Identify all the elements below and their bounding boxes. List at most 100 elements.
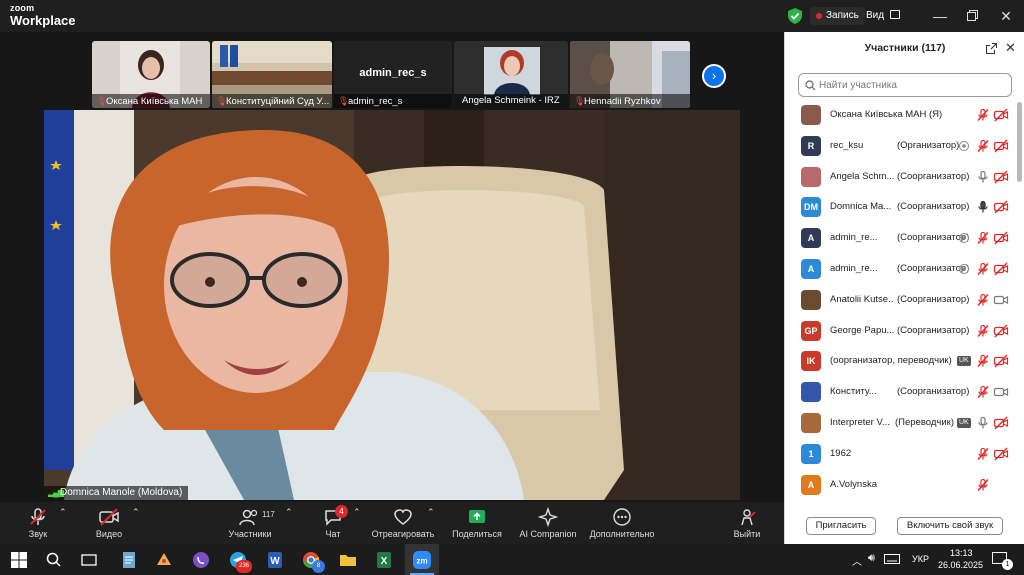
excel-icon[interactable]: X	[373, 549, 395, 571]
participant-row[interactable]: Anatolii Kutse... (Соорганизатор)	[785, 285, 1017, 315]
participant-row[interactable]: GP George Papu... (Соорганизатор)	[785, 316, 1017, 346]
share-button[interactable]: Поделиться	[448, 507, 506, 539]
participant-name: rec_ksu	[830, 139, 864, 151]
participant-name: Конститу...	[830, 386, 877, 398]
more-button[interactable]: Дополнительно	[586, 507, 658, 539]
camera-off-icon[interactable]	[993, 324, 1009, 338]
chat-button[interactable]: Чат 4	[318, 505, 348, 539]
chat-options-caret[interactable]: ⌃	[353, 507, 361, 518]
mic-muted-icon[interactable]	[976, 478, 990, 492]
mic-icon[interactable]	[976, 170, 990, 184]
video-thumbnail[interactable]: 🎙Конституційний Суд У...	[212, 41, 332, 108]
next-page-button[interactable]: ›	[702, 64, 726, 88]
participant-search[interactable]	[798, 73, 1012, 97]
audio-button[interactable]: Звук	[18, 507, 58, 539]
participant-row[interactable]: IK (оорганизатор, переводчик) UK	[785, 346, 1017, 376]
viber-icon[interactable]	[190, 549, 212, 571]
input-language[interactable]: УКР	[912, 554, 929, 564]
search-input[interactable]	[819, 77, 1005, 93]
title-bar: zoom Workplace Запись Вид — ✕	[0, 0, 1024, 32]
audio-options-caret[interactable]: ⌃	[59, 507, 67, 518]
minimize-button[interactable]: —	[930, 6, 950, 26]
video-label: Видео	[95, 529, 123, 539]
participant-row[interactable]: DM Domnica Ma... (Соорганизатор)	[785, 192, 1017, 222]
keyboard-icon[interactable]	[884, 554, 900, 564]
shield-icon[interactable]	[788, 8, 802, 24]
task-view-icon[interactable]	[78, 549, 100, 571]
mic-muted-icon[interactable]	[976, 324, 990, 338]
notepad-icon[interactable]	[118, 549, 140, 571]
camera-off-icon	[99, 508, 119, 526]
avatar: A	[801, 259, 821, 279]
camera-icon[interactable]	[993, 293, 1009, 307]
camera-off-icon[interactable]	[993, 139, 1009, 153]
unmute-myself-button[interactable]: Включить свой звук	[897, 517, 1003, 535]
view-button[interactable]: Вид	[866, 7, 901, 25]
mic-muted-icon[interactable]	[976, 293, 990, 307]
clock-date[interactable]: 26.06.2025	[938, 560, 983, 570]
participant-row[interactable]: A A.Volynska	[785, 470, 1017, 500]
signal-bars-icon: ▂▄▆	[48, 488, 64, 497]
speaker-icon[interactable]: 🔊︎	[868, 552, 875, 565]
mic-icon[interactable]	[976, 416, 990, 430]
mic-icon[interactable]	[976, 200, 990, 214]
word-icon[interactable]: W	[264, 549, 286, 571]
participant-row[interactable]: Конститу... (Соорганизатор)	[785, 377, 1017, 407]
windows-start-icon[interactable]	[8, 549, 30, 571]
mic-muted-icon[interactable]	[976, 354, 990, 368]
record-permission-icon	[959, 264, 969, 274]
close-window-button[interactable]: ✕	[996, 6, 1016, 26]
participant-row[interactable]: 1 1962	[785, 439, 1017, 469]
panel-scrollbar[interactable]	[1017, 102, 1022, 182]
mic-muted-icon[interactable]	[976, 385, 990, 399]
mic-muted-icon[interactable]	[976, 231, 990, 245]
mic-muted-icon: 🎙	[216, 96, 228, 106]
file-explorer-icon[interactable]	[337, 549, 359, 571]
participant-row[interactable]: Rrec_ksu (Организатор)	[785, 131, 1017, 161]
clock-time[interactable]: 13:13	[950, 548, 973, 558]
camera-off-icon[interactable]	[993, 200, 1009, 214]
paint-icon[interactable]	[153, 549, 175, 571]
video-button[interactable]: Видео	[88, 507, 130, 539]
video-thumbnail[interactable]: 🎙Hennadii Ryzhkov	[570, 41, 690, 108]
camera-off-icon[interactable]	[993, 170, 1009, 184]
participants-options-caret[interactable]: ⌃	[285, 507, 293, 518]
meeting-toolbar: Звук ⌃ Видео ⌃ Участники 117 ⌃ Чат 4 ⌃ О…	[0, 502, 784, 544]
search-icon[interactable]	[43, 549, 65, 571]
zoom-app-icon[interactable]: zm	[411, 549, 433, 571]
mic-muted-icon[interactable]	[976, 139, 990, 153]
camera-off-icon[interactable]	[993, 262, 1009, 276]
mic-muted-icon[interactable]	[976, 262, 990, 276]
camera-icon[interactable]	[993, 385, 1009, 399]
video-thumbnail[interactable]: Angela Schmeink - IRZ	[454, 41, 568, 108]
participant-name: Domnica Ma...	[830, 201, 892, 213]
camera-off-icon[interactable]	[993, 231, 1009, 245]
participant-row[interactable]: Aadmin_re... (Соорганизатор)	[785, 254, 1017, 284]
windows-taskbar: 236 W 8 X zm ︿ 🔊︎ УКР 13:13 26.06.2025 1	[0, 544, 1024, 575]
participant-row[interactable]: Aadmin_re... (Соорганизатор)	[785, 223, 1017, 253]
camera-off-icon[interactable]	[993, 108, 1009, 122]
camera-off-icon[interactable]	[993, 416, 1009, 430]
invite-button[interactable]: Пригласить	[806, 517, 876, 535]
participant-name: admin_re...	[830, 232, 878, 244]
video-options-caret[interactable]: ⌃	[132, 507, 140, 518]
mic-muted-icon[interactable]	[976, 447, 990, 461]
avatar: R	[801, 135, 821, 156]
video-thumbnail[interactable]: 🎙Оксана Київська МАН	[92, 41, 210, 108]
recording-indicator[interactable]: Запись	[810, 7, 865, 25]
camera-off-icon[interactable]	[993, 354, 1009, 368]
pop-out-icon[interactable]	[986, 43, 997, 54]
leave-button[interactable]: Выйти	[728, 507, 766, 539]
participant-row[interactable]: Interpreter V... (Переводчик) UK	[785, 408, 1017, 438]
restore-button[interactable]	[962, 6, 982, 26]
close-panel-button[interactable]: ✕	[1005, 40, 1016, 56]
video-thumbnail[interactable]: admin_rec_s 🎙admin_rec_s	[334, 41, 452, 108]
participant-name: Angela Schm...	[830, 170, 894, 182]
mic-muted-icon[interactable]	[976, 108, 990, 122]
camera-off-icon[interactable]	[993, 447, 1009, 461]
participant-row[interactable]: Оксана Київська МАН (Я)	[785, 100, 1017, 130]
ai-companion-button[interactable]: AI Companion	[516, 507, 580, 539]
react-options-caret[interactable]: ⌃	[427, 507, 435, 518]
participant-row[interactable]: Angela Schm... (Соорганизатор)	[785, 162, 1017, 192]
tray-chevron-icon[interactable]: ︿	[852, 553, 862, 568]
